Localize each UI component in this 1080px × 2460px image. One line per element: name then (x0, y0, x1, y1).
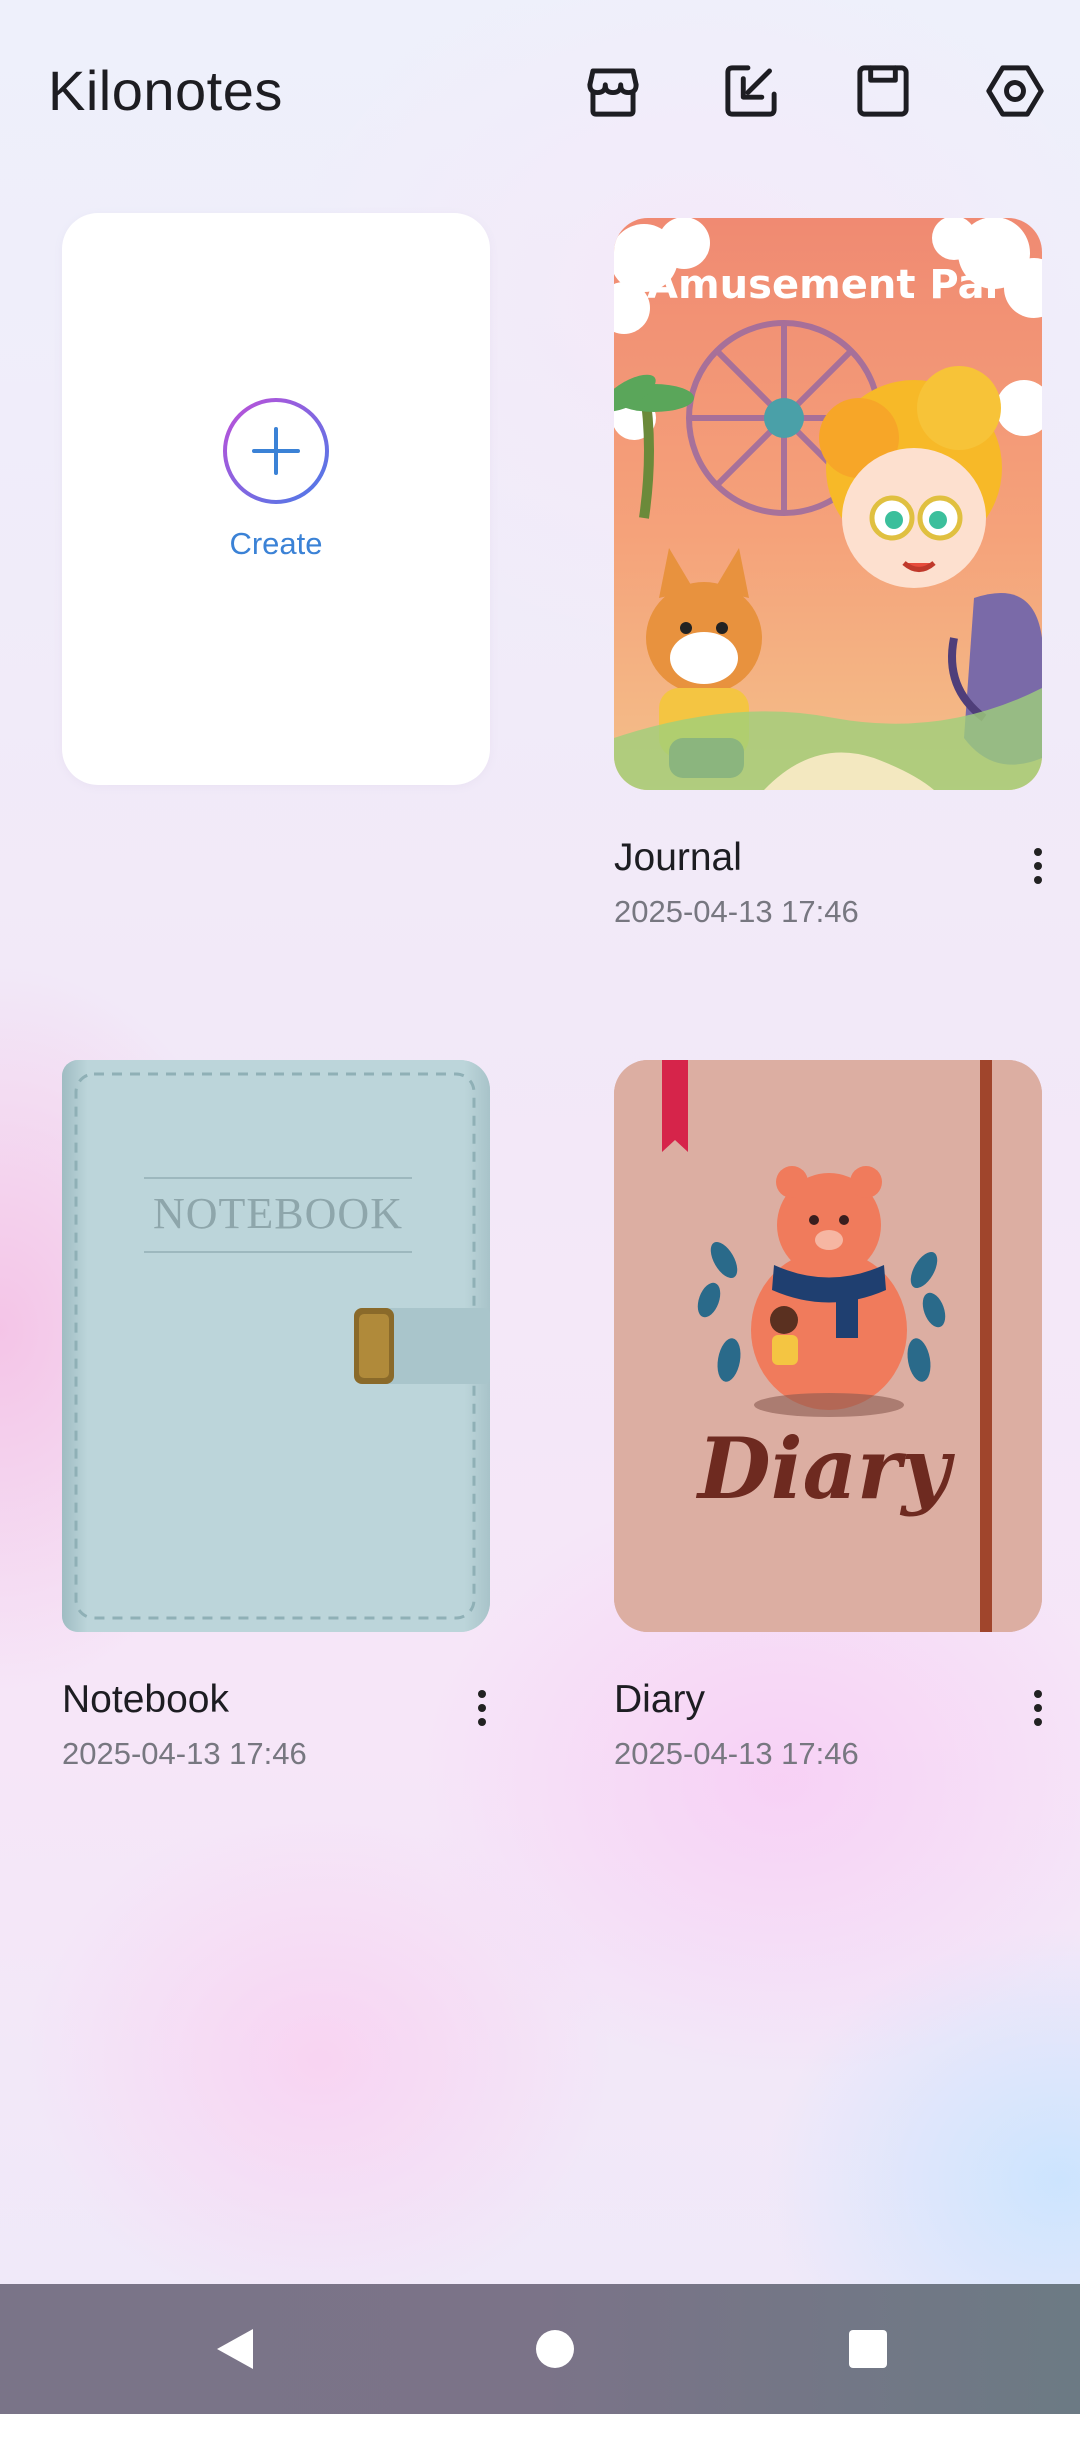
home-icon[interactable] (495, 2284, 615, 2414)
more-dot-icon (1034, 848, 1042, 856)
book-card-notebook[interactable]: NOTEBOOK Notebook 2025-04-13 17:46 (62, 1060, 490, 1771)
more-dot-icon (1034, 876, 1042, 884)
book-title-journal: Journal (614, 836, 742, 879)
book-date-notebook: 2025-04-13 17:46 (62, 1736, 307, 1771)
more-dot-icon (478, 1718, 486, 1726)
diary-cover[interactable]: Diary (614, 1060, 1042, 1632)
create-button[interactable]: Create (62, 213, 490, 785)
more-options-button-diary[interactable] (1016, 1680, 1060, 1736)
plus-icon (223, 398, 329, 504)
recent-apps-icon[interactable] (808, 2284, 928, 2414)
store-icon[interactable] (570, 48, 656, 134)
save-icon[interactable] (840, 48, 926, 134)
more-dot-icon (1034, 1704, 1042, 1712)
more-dot-icon (478, 1704, 486, 1712)
notebook-cover[interactable]: NOTEBOOK (62, 1060, 490, 1632)
system-navigation-bar (0, 2284, 1080, 2414)
book-card-diary[interactable]: Diary Diary 2025-04-13 17:46 (614, 1060, 1042, 1771)
book-date-journal: 2025-04-13 17:46 (614, 894, 859, 929)
journal-cover[interactable]: Amusement Park (614, 218, 1042, 790)
create-label: Create (229, 526, 323, 561)
settings-icon[interactable] (972, 48, 1058, 134)
diary-cover-text: Diary (696, 1419, 955, 1518)
more-dot-icon (1034, 862, 1042, 870)
more-options-button-notebook[interactable] (460, 1680, 504, 1736)
book-title-notebook: Notebook (62, 1678, 229, 1721)
back-icon[interactable] (175, 2284, 295, 2414)
more-dot-icon (478, 1690, 486, 1698)
app-title: Kilonotes (48, 59, 283, 122)
import-icon[interactable] (708, 48, 794, 134)
notebook-cover-text: NOTEBOOK (153, 1189, 403, 1238)
more-options-button-journal[interactable] (1016, 838, 1060, 894)
bottom-strip (0, 2414, 1080, 2460)
more-dot-icon (1034, 1718, 1042, 1726)
book-title-diary: Diary (614, 1678, 706, 1721)
journal-cover-text: Amusement Park (647, 262, 1032, 308)
book-card-journal[interactable]: Amusement Park Journal 2025-04-13 17:46 (614, 218, 1042, 929)
book-date-diary: 2025-04-13 17:46 (614, 1736, 859, 1771)
more-dot-icon (1034, 1690, 1042, 1698)
